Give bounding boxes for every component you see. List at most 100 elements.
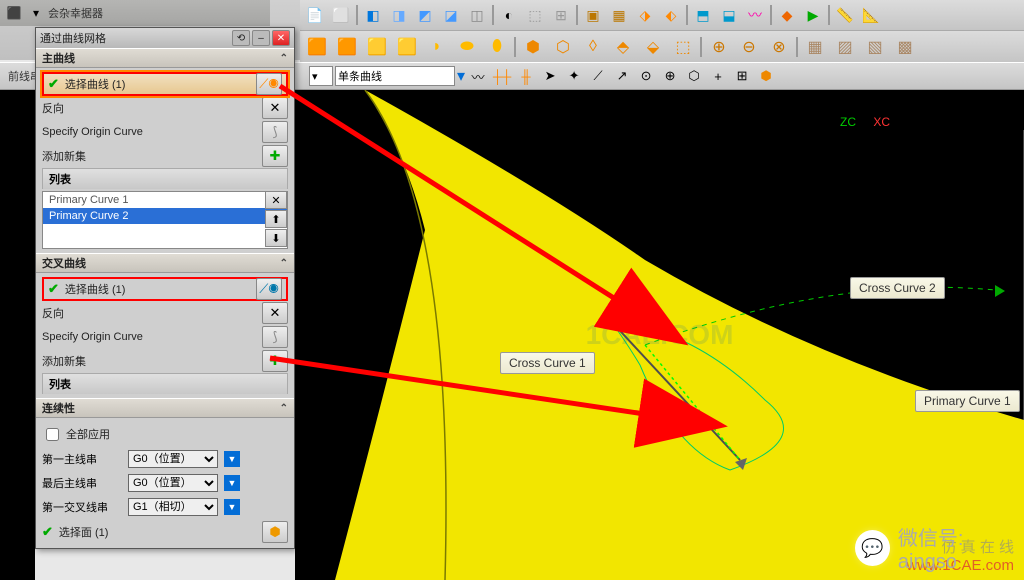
surface-icon[interactable]: ⬢ [520, 34, 546, 60]
wire-icon[interactable]: ⊞ [550, 4, 572, 26]
analysis-icon[interactable]: ◆ [776, 4, 798, 26]
solid-icon[interactable]: 🟧 [334, 34, 360, 60]
solid-icon[interactable]: 🟨 [394, 34, 420, 60]
surface-icon[interactable]: ⬡ [550, 34, 576, 60]
layer-icon[interactable]: ⬓ [718, 4, 740, 26]
last-primary-select[interactable]: G0（位置） [128, 474, 218, 492]
axis-z-label: ZC [840, 115, 856, 129]
first-cross-row: 第一交叉线串 G1（相切） ▼ [42, 496, 288, 518]
dialog-titlebar[interactable]: 通过曲线网格 ⟲ – ✕ [36, 28, 294, 48]
analysis-icon[interactable]: ▶ [802, 4, 824, 26]
apply-all-row[interactable]: 全部应用 [42, 422, 288, 446]
primary-curves-header[interactable]: 主曲线⌃ [36, 48, 294, 68]
view-cube-icon[interactable]: ◧ [362, 4, 384, 26]
move-up-button[interactable]: ⬆ [265, 210, 287, 228]
add-set-icon[interactable]: ✚ [262, 350, 288, 372]
selection-rule-dropdown[interactable] [335, 66, 455, 86]
snap-icon[interactable]: ⊙ [635, 66, 657, 86]
measure-icon[interactable]: 📏 [834, 4, 856, 26]
continuity-header[interactable]: 连续性⌃ [36, 398, 294, 418]
reverse-primary-row[interactable]: 反向 ✕ [42, 96, 288, 120]
tool-icon[interactable]: 📄 [304, 4, 326, 26]
snap-icon[interactable]: ↗ [611, 66, 633, 86]
mesh-icon[interactable]: ▩ [892, 34, 918, 60]
feature-op-icon[interactable]: ⊕ [706, 34, 732, 60]
view-cube-icon[interactable]: ◨ [388, 4, 410, 26]
chevron-up-icon: ⌃ [280, 258, 288, 269]
apply-all-checkbox[interactable] [46, 428, 59, 441]
feature-icon[interactable]: ▦ [608, 4, 630, 26]
wire-icon[interactable]: ⬚ [524, 4, 546, 26]
curve-solid-icon[interactable]: ⬬ [454, 34, 480, 60]
measure-icon[interactable]: 📐 [860, 4, 882, 26]
mesh-icon[interactable]: ▧ [862, 34, 888, 60]
reverse-icon[interactable]: ✕ [262, 97, 288, 119]
list-item[interactable]: Primary Curve 2 [43, 208, 287, 224]
select-curve-button[interactable]: ⟋◉ [256, 278, 282, 300]
view-cube-icon[interactable]: ◩ [414, 4, 436, 26]
snap-icon[interactable]: ✦ [563, 66, 585, 86]
surface-icon[interactable]: ⬙ [640, 34, 666, 60]
dropdown-caret-icon[interactable]: ▼ [224, 475, 240, 491]
select-cross-curve-row[interactable]: ✔ 选择曲线 (1) ⟋◉ [42, 277, 288, 301]
filter-icon[interactable]: ╫ [515, 66, 537, 86]
close-button[interactable]: ✕ [272, 30, 290, 46]
snap-icon[interactable]: ⟋ [587, 66, 609, 86]
feature-icon[interactable]: ▣ [582, 4, 604, 26]
curve-solid-icon[interactable]: ⬮ [484, 34, 510, 60]
surface-icon[interactable]: ◊ [580, 34, 606, 60]
select-face-row[interactable]: ✔ 选择面 (1) ⬢ [42, 520, 288, 544]
snap-icon[interactable]: + [707, 66, 729, 86]
callout-primary-curve-1[interactable]: Primary Curve 1 [915, 390, 1020, 412]
shade-icon[interactable]: ◐ [498, 4, 520, 26]
solid-icon[interactable]: 🟧 [304, 34, 330, 60]
layer-icon[interactable]: ⬒ [692, 4, 714, 26]
primary-list[interactable]: Primary Curve 1 Primary Curve 2 ✕ ⬆ ⬇ [42, 191, 288, 249]
curve-solid-icon[interactable]: ◗ [424, 34, 450, 60]
add-set-icon[interactable]: ✚ [262, 145, 288, 167]
select-curve-button[interactable]: ⟋◉ [256, 73, 282, 95]
first-cross-select[interactable]: G1（相切） [128, 498, 218, 516]
remove-item-button[interactable]: ✕ [265, 191, 287, 209]
curve-icon[interactable]: 〰 [744, 4, 766, 26]
add-new-set-primary-row[interactable]: 添加新集 ✚ [42, 144, 288, 168]
minimize-button[interactable]: – [252, 30, 270, 46]
graphics-viewport[interactable]: ZC XC 1CAE.COM Cross Curve 1 Cross Curve… [295, 90, 1024, 580]
selection-dropdown[interactable] [309, 66, 333, 86]
snap-icon[interactable]: ⬡ [683, 66, 705, 86]
snap-icon[interactable]: ⬢ [755, 66, 777, 86]
select-face-button[interactable]: ⬢ [262, 521, 288, 543]
surface-icon[interactable]: ⬘ [610, 34, 636, 60]
snap-icon[interactable]: ⊞ [731, 66, 753, 86]
cross-curves-header[interactable]: 交叉曲线⌃ [36, 253, 294, 273]
feature-icon[interactable]: ⬖ [660, 4, 682, 26]
move-down-button[interactable]: ⬇ [265, 229, 287, 247]
tool-icon[interactable]: ⬜ [330, 4, 352, 26]
mesh-icon[interactable]: ▨ [832, 34, 858, 60]
pin-button[interactable]: ⟲ [232, 30, 250, 46]
feature-op-icon[interactable]: ⊗ [766, 34, 792, 60]
filter-icon[interactable]: 〰 [467, 66, 489, 86]
left-resource-bar [0, 90, 35, 580]
first-primary-select[interactable]: G0（位置） [128, 450, 218, 468]
callout-cross-curve-2[interactable]: Cross Curve 2 [850, 277, 945, 299]
surface-icon[interactable]: ⬚ [670, 34, 696, 60]
reverse-icon[interactable]: ✕ [262, 302, 288, 324]
add-new-set-cross-row[interactable]: 添加新集 ✚ [42, 349, 288, 373]
solid-icon[interactable]: 🟨 [364, 34, 390, 60]
view-cube-icon[interactable]: ◫ [466, 4, 488, 26]
reverse-cross-row[interactable]: 反向 ✕ [42, 301, 288, 325]
view-cube-icon[interactable]: ◪ [440, 4, 462, 26]
callout-cross-curve-1[interactable]: Cross Curve 1 [500, 352, 595, 374]
menu-icon[interactable]: ▾ [26, 3, 46, 23]
feature-icon[interactable]: ⬗ [634, 4, 656, 26]
list-item[interactable]: Primary Curve 1 [43, 192, 287, 208]
snap-icon[interactable]: ⊕ [659, 66, 681, 86]
dropdown-caret-icon[interactable]: ▼ [224, 451, 240, 467]
filter-icon[interactable]: ┼┼ [491, 66, 513, 86]
feature-op-icon[interactable]: ⊖ [736, 34, 762, 60]
dropdown-caret-icon[interactable]: ▼ [224, 499, 240, 515]
mesh-icon[interactable]: ▦ [802, 34, 828, 60]
filter-icon[interactable]: ➤ [539, 66, 561, 86]
select-primary-curve-row[interactable]: ✔ 选择曲线 (1) ⟋◉ [42, 72, 288, 96]
